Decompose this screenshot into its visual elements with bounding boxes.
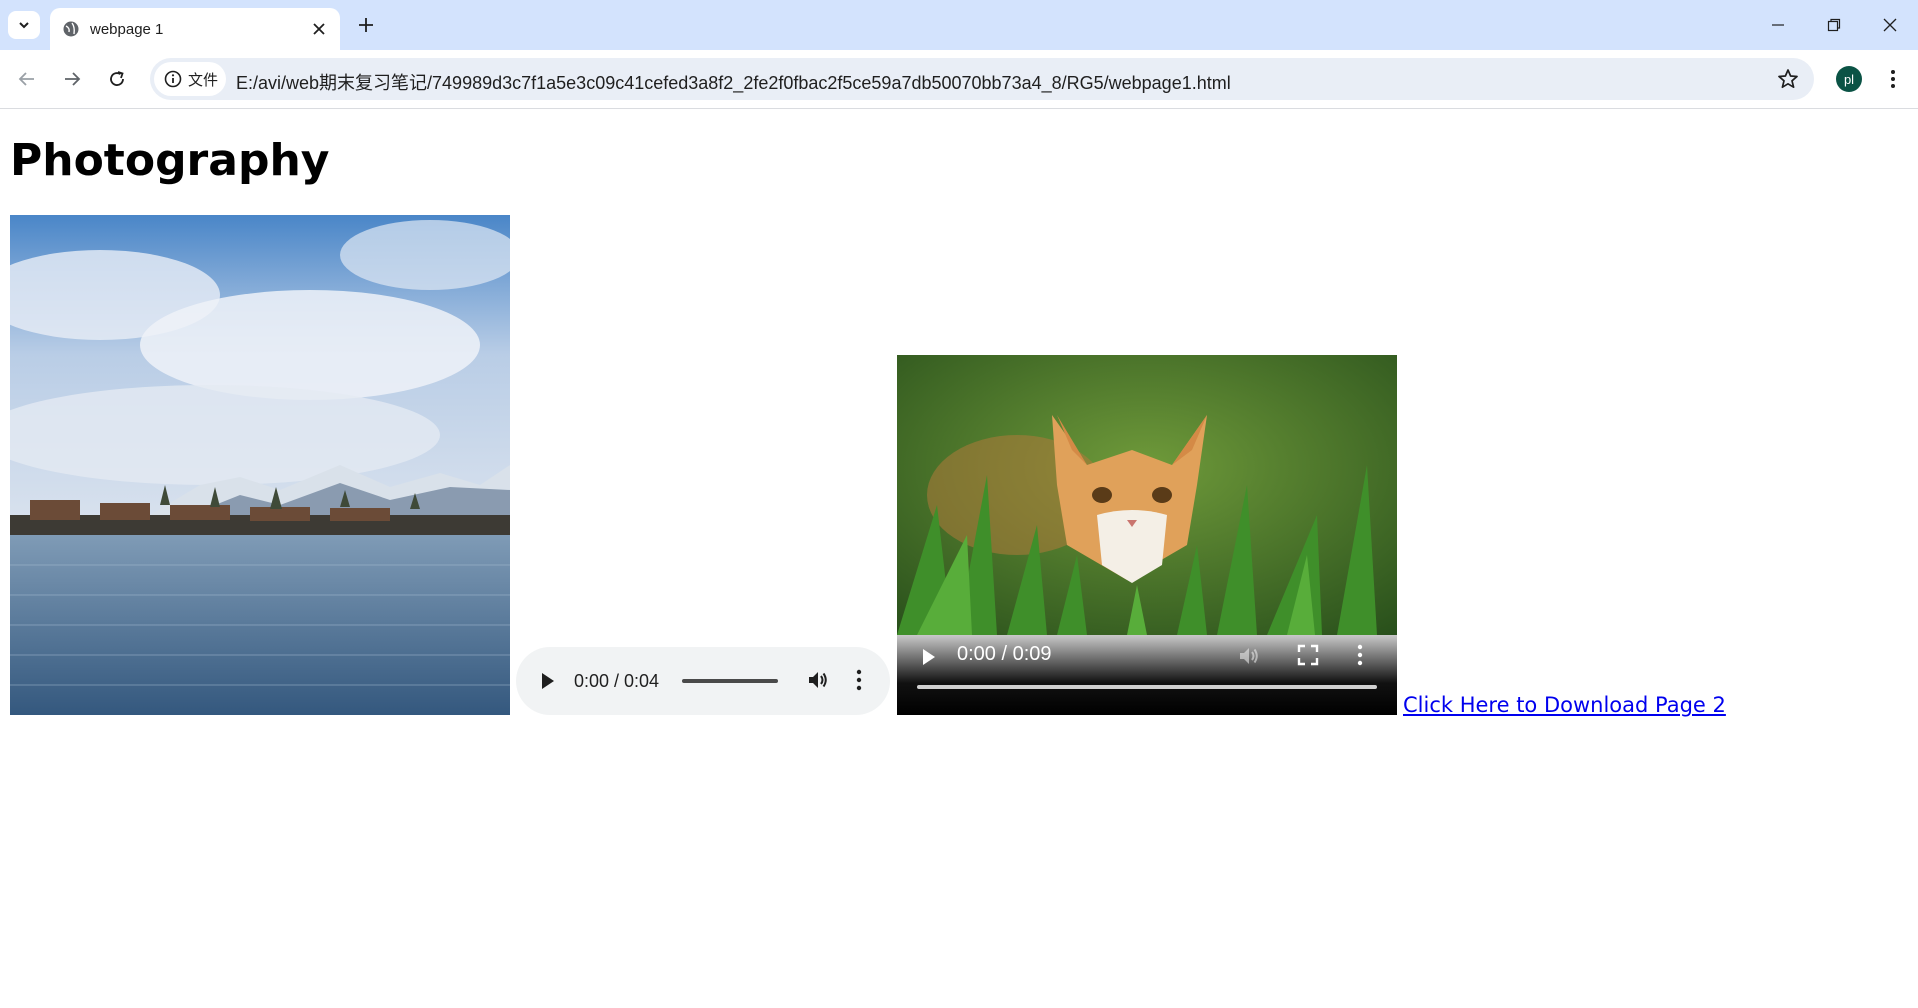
browser-toolbar: 文件 E:/avi/web期末复习笔记/749989d3c7f1a5e3c09c…	[0, 50, 1918, 109]
arrow-left-icon	[18, 72, 34, 86]
kitten-video-frame	[897, 355, 1397, 635]
address-bar[interactable]: 文件 E:/avi/web期末复习笔记/749989d3c7f1a5e3c09c…	[150, 58, 1814, 100]
restore-button[interactable]	[1806, 0, 1862, 50]
close-icon	[313, 23, 325, 35]
restore-icon	[1827, 18, 1841, 32]
lake-photo	[10, 215, 510, 715]
video-time: 0:00 / 0:09	[957, 643, 1052, 665]
window-close-button[interactable]	[1862, 0, 1918, 50]
chevron-down-icon	[19, 22, 29, 29]
new-tab-button[interactable]	[352, 11, 380, 39]
audio-progress-slider[interactable]	[682, 679, 778, 683]
play-icon[interactable]	[921, 647, 937, 667]
browser-menu-button[interactable]	[1880, 64, 1906, 94]
video-controls: 0:00 / 0:09	[897, 635, 1397, 715]
info-icon	[164, 70, 182, 88]
globe-icon	[63, 21, 79, 37]
reload-button[interactable]	[100, 62, 134, 96]
plus-icon	[359, 18, 373, 32]
volume-icon[interactable]	[806, 668, 830, 692]
url-text[interactable]: E:/avi/web期末复习笔记/749989d3c7f1a5e3c09c41c…	[236, 69, 1231, 95]
tab-title: webpage 1	[90, 21, 164, 38]
play-icon[interactable]	[540, 671, 556, 691]
fullscreen-icon[interactable]	[1297, 644, 1319, 666]
profile-avatar[interactable]: pl	[1836, 66, 1862, 92]
page-title: Photography	[10, 135, 330, 186]
more-vertical-icon	[1891, 70, 1895, 88]
site-info-label: 文件	[188, 71, 219, 89]
audio-player: 0:00 / 0:04	[516, 647, 890, 715]
more-vertical-icon[interactable]	[856, 669, 862, 691]
browser-tab[interactable]: webpage 1	[50, 8, 340, 50]
video-player[interactable]: 0:00 / 0:09	[897, 355, 1397, 715]
reload-icon	[110, 71, 124, 86]
close-icon	[1883, 18, 1897, 32]
more-vertical-icon[interactable]	[1357, 644, 1363, 666]
arrow-right-icon	[65, 72, 81, 86]
tab-search-button[interactable]	[8, 11, 40, 39]
video-progress-slider[interactable]	[917, 685, 1377, 689]
site-info-chip[interactable]: 文件	[154, 62, 226, 96]
minimize-button[interactable]	[1750, 0, 1806, 50]
download-page2-link[interactable]: Click Here to Download Page 2	[1403, 693, 1726, 717]
page-content: Photography 0:00 / 0:04 0:00 / 0:09 Clic…	[0, 109, 1918, 1008]
audio-time: 0:00 / 0:04	[574, 671, 660, 691]
browser-titlebar: webpage 1	[0, 0, 1918, 50]
forward-button[interactable]	[55, 62, 89, 96]
back-button[interactable]	[10, 62, 44, 96]
minimize-icon	[1772, 24, 1784, 26]
star-icon[interactable]	[1776, 67, 1800, 91]
volume-icon[interactable]	[1237, 644, 1261, 668]
tab-close-button[interactable]	[308, 18, 330, 40]
